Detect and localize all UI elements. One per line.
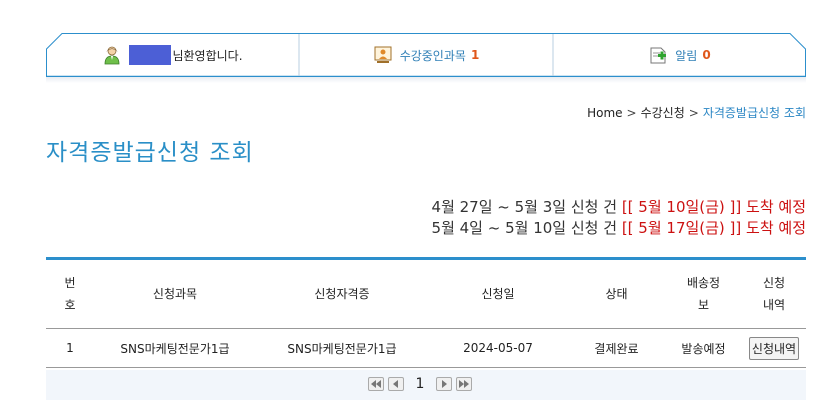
- prev-page-icon[interactable]: [387, 377, 404, 391]
- header-status: 상태: [568, 258, 665, 329]
- notice-period: 4월 27일 ~ 5월 3일 신청 건: [431, 198, 618, 216]
- delivery-notices: 4월 27일 ~ 5월 3일 신청 건 [[ 5월 10일(금) ]] 도착 예…: [432, 197, 806, 239]
- header-date: 신청일: [428, 258, 568, 329]
- top-bar-shadow: [46, 77, 806, 83]
- breadcrumb-level1[interactable]: 수강신청: [641, 106, 685, 120]
- breadcrumb-current: 자격증발급신청 조회: [702, 106, 806, 120]
- breadcrumb-home[interactable]: Home: [587, 106, 622, 120]
- top-status-bar: 님환영합니다. 수강중인과목 1 알림 0: [46, 33, 806, 77]
- course-icon: [373, 45, 393, 65]
- table-row: 1 SNS마케팅전문가1급 SNS마케팅전문가1급 2024-05-07 결제완…: [46, 328, 806, 368]
- welcome-segment: 님환영합니다.: [46, 33, 299, 77]
- request-detail-button[interactable]: 신청내역: [748, 336, 800, 360]
- breadcrumb: Home > 수강신청 > 자격증발급신청 조회: [587, 104, 806, 121]
- alert-icon: [648, 45, 668, 65]
- breadcrumb-separator: >: [688, 106, 699, 120]
- cell-date: 2024-05-07: [428, 328, 568, 368]
- cell-no: 1: [46, 328, 94, 368]
- cell-detail: 신청내역: [742, 328, 806, 368]
- alerts-label: 알림: [675, 48, 698, 63]
- alerts-count: 0: [702, 48, 711, 62]
- cell-status: 결제완료: [568, 328, 665, 368]
- notice-line: 5월 4일 ~ 5월 10일 신청 건 [[ 5월 17일(금) ]] 도착 예…: [432, 218, 806, 239]
- notice-arrival: [[ 5월 17일(금) ]] 도착 예정: [621, 219, 806, 237]
- user-icon: [102, 45, 122, 65]
- welcome-text: 님환영합니다.: [172, 48, 243, 63]
- cell-shipping: 발송예정: [665, 328, 742, 368]
- alerts-segment[interactable]: 알림 0: [553, 33, 806, 77]
- cell-course: SNS마케팅전문가1급: [94, 328, 256, 368]
- courses-label: 수강중인과목: [399, 48, 466, 63]
- breadcrumb-separator: >: [626, 106, 637, 120]
- table-header-row: 번호 신청과목 신청자격증 신청일 상태 배송정 보 신청 내역: [46, 258, 806, 329]
- courses-segment[interactable]: 수강중인과목 1: [299, 33, 553, 77]
- header-cert: 신청자격증: [256, 258, 428, 329]
- notice-line: 4월 27일 ~ 5월 3일 신청 건 [[ 5월 10일(금) ]] 도착 예…: [432, 197, 806, 218]
- next-page-icon[interactable]: [436, 377, 453, 391]
- pagination: 1: [0, 376, 840, 392]
- header-course: 신청과목: [94, 258, 256, 329]
- last-page-icon[interactable]: [456, 377, 473, 391]
- page-title: 자격증발급신청 조회: [46, 140, 254, 166]
- notice-period: 5월 4일 ~ 5월 10일 신청 건: [431, 219, 618, 237]
- header-no: 번호: [46, 258, 94, 329]
- cell-cert: SNS마케팅전문가1급: [256, 328, 428, 368]
- header-shipping: 배송정 보: [665, 258, 742, 329]
- notice-arrival: [[ 5월 10일(금) ]] 도착 예정: [621, 198, 806, 216]
- certificate-request-table: 번호 신청과목 신청자격증 신청일 상태 배송정 보 신청 내역 1 SNS마케팅전…: [46, 257, 806, 368]
- current-page-number[interactable]: 1: [416, 376, 425, 392]
- user-name-redacted: [129, 45, 172, 65]
- courses-count: 1: [470, 48, 480, 62]
- first-page-icon[interactable]: [367, 377, 384, 391]
- header-detail: 신청 내역: [742, 258, 806, 329]
